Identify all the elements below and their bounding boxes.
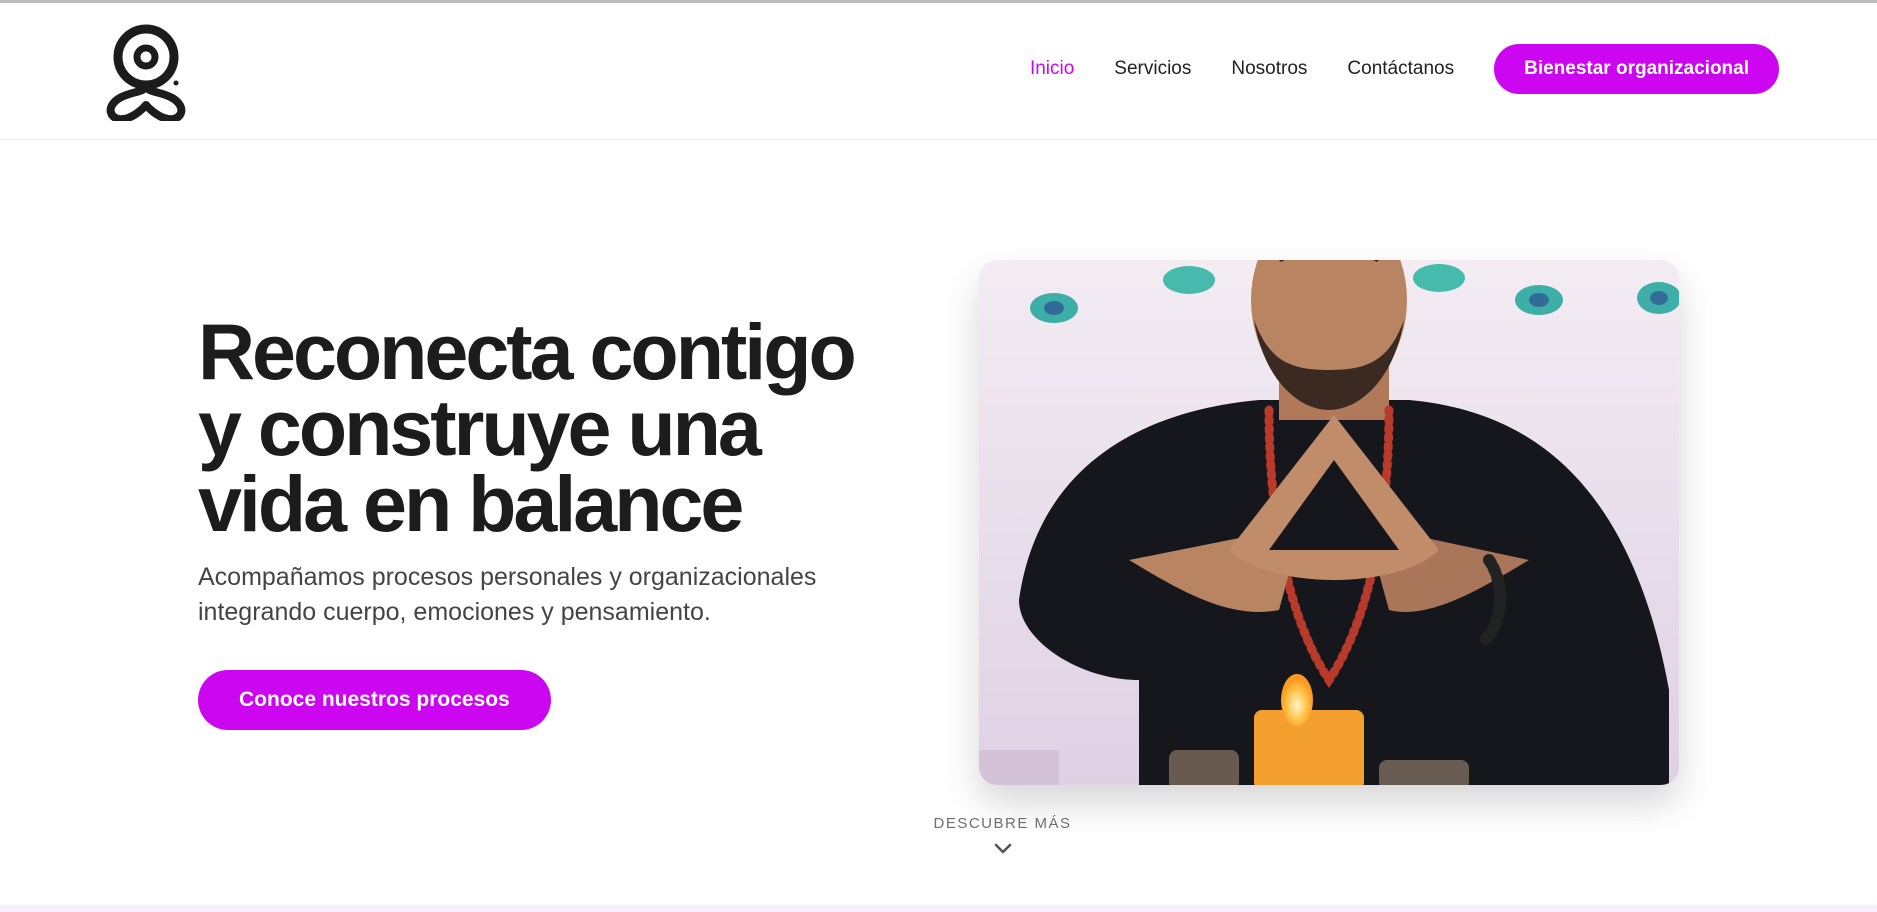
descubre-mas-label: DESCUBRE MÁS: [933, 815, 1072, 832]
hero-subtitle-line: integrando cuerpo, emociones y pensamien…: [198, 598, 711, 626]
meditating-man-photo: [979, 260, 1679, 785]
nav-link-inicio[interactable]: Inicio: [1030, 44, 1074, 94]
site-header: Inicio Servicios Nosotros Contáctanos Bi…: [0, 3, 1877, 140]
descubre-mas-link[interactable]: DESCUBRE MÁS: [900, 815, 1105, 856]
bienestar-organizacional-button[interactable]: Bienestar organizacional: [1494, 44, 1779, 94]
hero-title: Reconecta contigo y construye una vida e…: [198, 312, 918, 543]
chevron-down-icon: [994, 843, 1011, 854]
main-nav: Inicio Servicios Nosotros Contáctanos Bi…: [1030, 44, 1779, 94]
next-section-edge: [0, 905, 1877, 912]
nav-link-nosotros[interactable]: Nosotros: [1231, 44, 1307, 94]
conoce-procesos-button[interactable]: Conoce nuestros procesos: [198, 670, 551, 730]
hero-title-line: vida en balance: [198, 459, 744, 548]
nav-link-servicios[interactable]: Servicios: [1114, 44, 1191, 94]
hero-subtitle: Acompañamos procesos personales y organi…: [198, 560, 898, 630]
hero-subtitle-line: Acompañamos procesos personales y organi…: [198, 563, 817, 591]
brand-logo[interactable]: [100, 21, 192, 121]
hero-photo: [979, 260, 1679, 785]
nav-link-contactanos[interactable]: Contáctanos: [1347, 44, 1454, 94]
